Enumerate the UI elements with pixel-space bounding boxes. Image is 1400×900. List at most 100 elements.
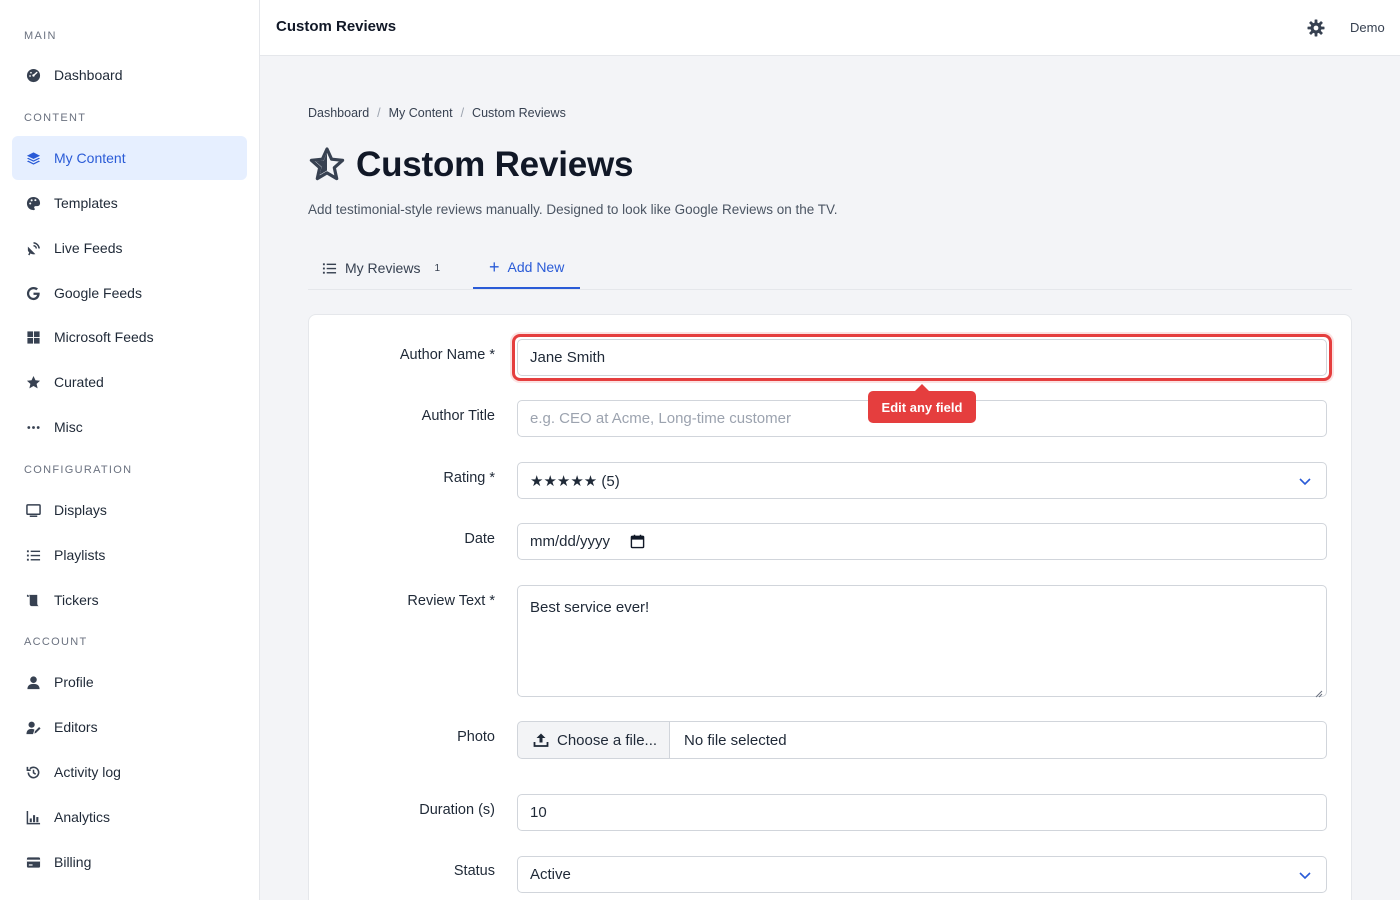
list-icon (322, 261, 337, 276)
sidebar-item-misc[interactable]: Misc (12, 405, 247, 449)
status-select[interactable]: Active (517, 856, 1327, 893)
top-bar-title: Custom Reviews (276, 18, 397, 35)
sidebar-item-google-feeds[interactable]: Google Feeds (12, 271, 247, 315)
file-name-display: No file selected (669, 721, 1327, 759)
tab-label: My Reviews (345, 260, 421, 276)
page-title: Custom Reviews (356, 145, 634, 184)
sidebar-item-label: Templates (54, 195, 118, 211)
rating-value: ★★★★★ (5) (530, 472, 620, 490)
status-value: Active (530, 866, 571, 883)
tab-my-reviews[interactable]: My Reviews 1 (322, 246, 440, 290)
review-text-textarea[interactable]: Best service ever! (517, 585, 1327, 698)
breadcrumb-separator: / (460, 106, 465, 120)
page-header: Custom Reviews (308, 145, 633, 185)
sidebar-item-profile[interactable]: Profile (12, 660, 247, 704)
sidebar-item-microsoft-feeds[interactable]: Microsoft Feeds (12, 315, 247, 359)
sidebar-item-label: Displays (54, 502, 107, 518)
sidebar-item-live-feeds[interactable]: Live Feeds (12, 226, 247, 270)
section-label-configuration: CONFIGURATION (24, 464, 133, 476)
sidebar-item-label: Dashboard (54, 67, 123, 83)
section-label-main: MAIN (24, 30, 57, 42)
resize-handle-icon[interactable] (1315, 685, 1323, 698)
dashboard-icon (24, 66, 42, 84)
sidebar-item-playlists[interactable]: Playlists (12, 533, 247, 577)
sidebar-item-curated[interactable]: Curated (12, 360, 247, 404)
star-icon (24, 373, 42, 391)
user-icon (24, 673, 42, 691)
sidebar-item-label: Microsoft Feeds (54, 329, 154, 345)
choose-file-label: Choose a file... (557, 731, 658, 749)
monitor-icon (24, 501, 42, 519)
top-bar: Custom Reviews Demo (260, 0, 1400, 56)
tab-count-badge: 1 (434, 262, 441, 274)
duration-input[interactable]: 10 (517, 794, 1327, 831)
star-icon (308, 146, 346, 184)
tab-add-new[interactable]: + Add New (473, 246, 581, 289)
sidebar-item-label: Editors (54, 719, 98, 735)
sidebar-item-tickers[interactable]: Tickers (12, 578, 247, 622)
sidebar-item-label: Live Feeds (54, 240, 123, 256)
history-icon (24, 763, 42, 781)
sidebar-item-activity-log[interactable]: Activity log (12, 750, 247, 794)
breadcrumb: Dashboard / My Content / Custom Reviews (308, 106, 566, 120)
tab-label: Add New (507, 258, 565, 275)
breadcrumb-separator: / (377, 106, 381, 120)
chevron-down-icon (1298, 868, 1312, 882)
sidebar-item-displays[interactable]: Displays (12, 488, 247, 532)
page-subtitle: Add testimonial-style reviews manually. … (308, 202, 838, 217)
plus-icon: + (489, 256, 500, 277)
tab-bar: My Reviews 1 + Add New (308, 246, 1352, 290)
review-text-label: Review Text * (407, 593, 495, 609)
sidebar-item-label: Curated (54, 374, 104, 390)
sidebar-item-label: Misc (54, 419, 83, 435)
gear-icon[interactable] (1306, 18, 1326, 38)
sidebar-item-label: Playlists (54, 547, 106, 563)
windows-icon (24, 328, 42, 346)
sidebar-item-templates[interactable]: Templates (12, 181, 247, 225)
author-title-label: Author Title (421, 408, 495, 424)
photo-label: Photo (457, 729, 495, 745)
rating-label: Rating * (443, 470, 495, 486)
sidebar-item-label: My Content (54, 150, 126, 166)
sidebar-item-label: Analytics (54, 809, 111, 825)
sidebar-item-label: Profile (54, 674, 94, 690)
sidebar-item-label: Activity log (54, 764, 121, 780)
ellipsis-icon (24, 418, 42, 436)
breadcrumb-dashboard[interactable]: Dashboard (308, 106, 369, 120)
credit-card-icon (24, 853, 42, 871)
edit-tooltip: Edit any field (868, 384, 976, 423)
user-edit-icon (24, 718, 42, 736)
section-label-account: ACCOUNT (24, 636, 88, 648)
choose-file-button[interactable]: Choose a file... (517, 721, 670, 759)
sidebar-item-label: Tickers (54, 592, 99, 608)
highlight-outline (512, 334, 1332, 381)
satellite-dish-icon (24, 239, 42, 257)
calendar-icon[interactable] (630, 534, 645, 549)
sidebar-item-analytics[interactable]: Analytics (12, 795, 247, 839)
user-menu[interactable]: Demo (1350, 20, 1385, 35)
sidebar-item-label: Google Feeds (54, 285, 142, 301)
breadcrumb-my-content[interactable]: My Content (389, 106, 453, 120)
section-label-content: CONTENT (24, 112, 87, 124)
list-icon (24, 546, 42, 564)
chevron-down-icon (1298, 474, 1312, 488)
sidebar-item-my-content[interactable]: My Content (12, 136, 247, 180)
google-icon (24, 284, 42, 302)
author-name-label: Author Name * (399, 347, 495, 363)
duration-label: Duration (s) (419, 802, 495, 818)
sidebar: MAIN Dashboard CONTENT My Content Templa… (0, 0, 260, 900)
sidebar-item-label: Billing (54, 854, 92, 870)
duration-value: 10 (530, 804, 547, 821)
chart-icon (24, 808, 42, 826)
sidebar-item-billing[interactable]: Billing (12, 840, 247, 884)
date-input[interactable]: mm/dd/yyyy (517, 523, 1327, 560)
review-text-value: Best service ever! (530, 599, 650, 616)
status-label: Status (453, 863, 495, 879)
upload-icon (533, 732, 549, 748)
sidebar-item-editors[interactable]: Editors (12, 705, 247, 749)
author-title-placeholder: e.g. CEO at Acme, Long-time customer (530, 410, 791, 427)
date-value: mm/dd/yyyy (530, 533, 611, 550)
breadcrumb-current: Custom Reviews (472, 106, 566, 120)
rating-select[interactable]: ★★★★★ (5) (517, 462, 1327, 499)
sidebar-item-dashboard[interactable]: Dashboard (12, 53, 247, 97)
